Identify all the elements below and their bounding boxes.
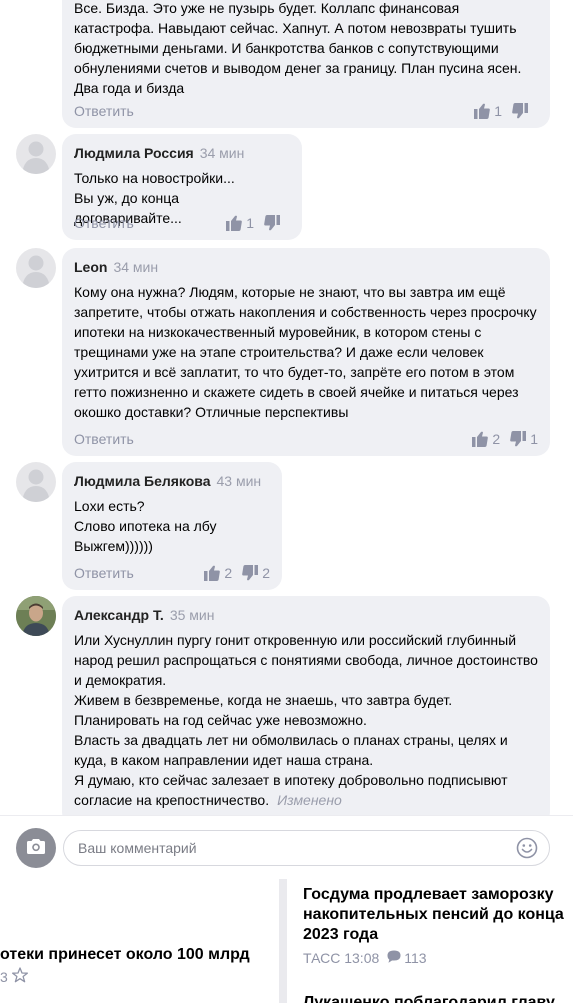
- news-comment-count: 113: [404, 950, 427, 966]
- news-card-title[interactable]: отеки принесет около 100 млрд: [0, 945, 250, 965]
- news-card-meta-text: 3: [0, 968, 8, 985]
- comment-text: Или Хуснуллин пургу гонит откровенную ил…: [74, 630, 538, 810]
- like-count: 2: [492, 431, 501, 447]
- default-avatar-icon: [22, 255, 50, 288]
- comment-composer: [0, 815, 573, 880]
- comment-time: 34 мин: [113, 259, 159, 275]
- comment-text-body: Или Хуснуллин пургу гонит откровенную ил…: [74, 632, 538, 808]
- reply-button[interactable]: Ответить: [74, 564, 134, 582]
- avatar[interactable]: [16, 134, 56, 174]
- dislike-button[interactable]: 2: [242, 564, 270, 582]
- avatar[interactable]: [16, 248, 56, 288]
- comment-time: 34 мин: [199, 145, 245, 161]
- reply-button[interactable]: Ответить: [74, 102, 134, 120]
- comment-bubble-icon: [387, 950, 401, 966]
- thumbs-down-icon: [510, 431, 527, 447]
- like-button[interactable]: 2: [472, 430, 500, 448]
- like-count: 1: [494, 103, 502, 119]
- like-count: 2: [224, 565, 233, 581]
- comment-text: Loxи есть? Слово ипотека на лбу Выжгем))…: [74, 498, 217, 554]
- comment-bubble: Людмила Белякова 43 мин Loxи есть? Слово …: [62, 462, 282, 590]
- comment-input[interactable]: [63, 830, 550, 866]
- vote-group: 2 1: [472, 430, 538, 448]
- vote-group: 1: [226, 214, 290, 232]
- default-avatar-icon: [22, 141, 50, 174]
- comment-actions: Ответить 2 2: [74, 564, 270, 582]
- dislike-button[interactable]: [264, 215, 290, 231]
- like-count: 1: [246, 215, 254, 231]
- emoji-icon[interactable]: [516, 837, 538, 864]
- comment-actions: Ответить 1: [74, 214, 290, 232]
- news-card[interactable]: отеки принесет около 100 млрд 3: [0, 879, 278, 1003]
- comment-bubble: Все. Бизда. Это уже не пузырь будет. Кол…: [62, 0, 550, 128]
- comment-header: Людмила Россия 34 мин: [74, 144, 290, 162]
- user-photo-avatar: [16, 596, 56, 636]
- news-card-title-next[interactable]: Лукашенко поблагодарил главу: [303, 993, 555, 1003]
- reply-button[interactable]: Ответить: [74, 430, 134, 448]
- comment-bubble: Leon 34 мин Кому она нужна? Людям, которы…: [62, 248, 550, 456]
- news-card-meta: ТАСС 13:08 113: [303, 950, 427, 966]
- like-button[interactable]: 2: [204, 564, 232, 582]
- default-avatar-icon: [22, 469, 50, 502]
- thumbs-down-icon: [264, 215, 280, 231]
- news-divider: [279, 879, 287, 1003]
- edited-label: Изменено: [277, 792, 342, 808]
- dislike-button[interactable]: [512, 103, 538, 119]
- author-name[interactable]: Александр Т.: [74, 607, 164, 623]
- thumbs-up-icon: [472, 431, 489, 447]
- author-name[interactable]: Leon: [74, 259, 107, 275]
- dislike-count: 1: [530, 431, 538, 447]
- comment-time: 43 мин: [216, 473, 262, 489]
- comment-actions: Ответить 2 1: [74, 430, 538, 448]
- reply-button[interactable]: Ответить: [74, 214, 134, 232]
- comment-header: Leon 34 мин: [74, 258, 538, 276]
- thumbs-down-icon: [242, 565, 259, 581]
- star-icon[interactable]: [11, 967, 28, 986]
- vote-group: 1: [474, 102, 538, 120]
- author-name[interactable]: Людмила Белякова: [74, 473, 211, 489]
- author-name[interactable]: Людмила Россия: [74, 145, 194, 161]
- dislike-button[interactable]: 1: [510, 430, 538, 448]
- comment-header: Людмила Белякова 43 мин: [74, 472, 270, 490]
- avatar[interactable]: [16, 596, 56, 636]
- comment-bubble: Людмила Россия 34 мин Только на новострой…: [62, 134, 302, 240]
- dislike-count: 2: [262, 565, 270, 581]
- comment-text: Кому она нужна? Людям, которые не знают,…: [74, 284, 537, 420]
- news-card[interactable]: Госдума продлевает заморозку накопительн…: [287, 879, 573, 1003]
- comment-text: Все. Бизда. Это уже не пузырь будет. Кол…: [74, 0, 522, 96]
- news-card-title[interactable]: Госдума продлевает заморозку накопительн…: [303, 885, 565, 945]
- thumbs-up-icon: [474, 103, 491, 119]
- news-card-meta: 3: [0, 967, 28, 986]
- comment-actions: Ответить 1: [74, 102, 538, 120]
- like-button[interactable]: 1: [474, 102, 502, 120]
- camera-icon: [27, 838, 45, 859]
- comment-bubble: Александр Т. 35 мин Или Хуснуллин пургу г…: [62, 596, 550, 826]
- attach-photo-button[interactable]: [16, 828, 56, 868]
- avatar[interactable]: [16, 462, 56, 502]
- comment-time: 35 мин: [169, 607, 215, 623]
- comment-header: Александр Т. 35 мин: [74, 606, 538, 624]
- thumbs-up-icon: [204, 565, 221, 581]
- thumbs-up-icon: [226, 215, 243, 231]
- thumbs-down-icon: [512, 103, 528, 119]
- news-source-time: ТАСС 13:08: [303, 950, 380, 966]
- vote-group: 2 2: [204, 564, 270, 582]
- like-button[interactable]: 1: [226, 214, 254, 232]
